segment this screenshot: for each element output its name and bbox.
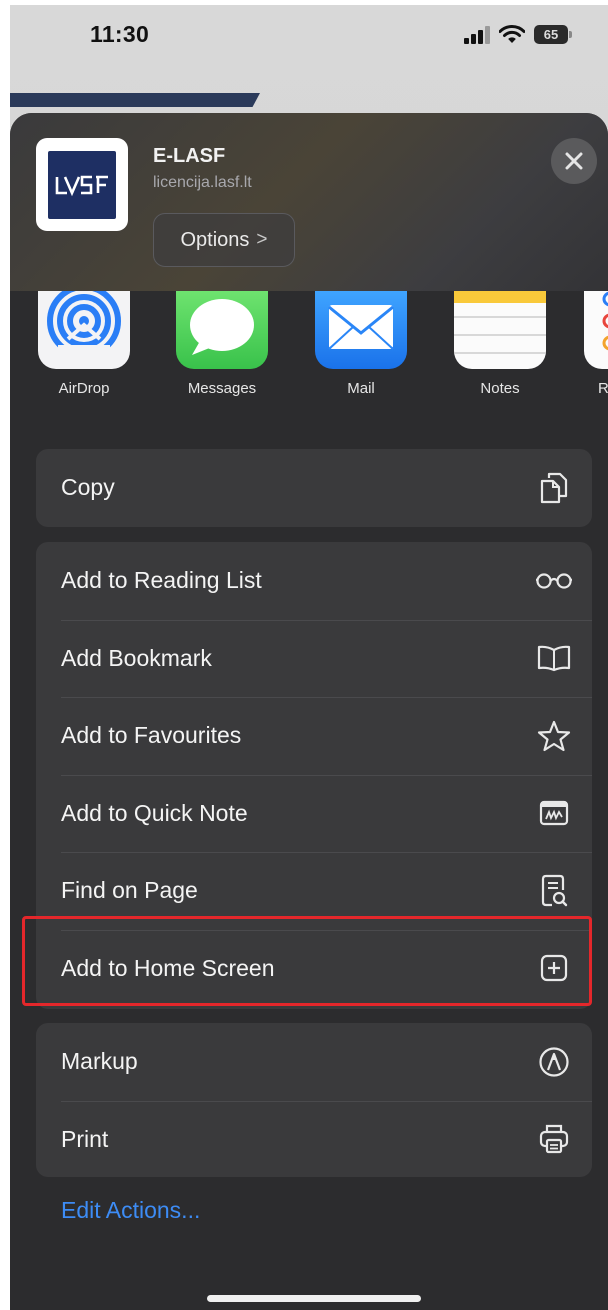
action-add-bookmark[interactable]: Add Bookmark — [36, 619, 592, 698]
phone-screen: 11:30 65 E-LASF licencija.lasf.lt Option… — [10, 5, 608, 1310]
glasses-icon — [536, 563, 572, 599]
options-button[interactable]: Options > — [153, 213, 295, 267]
action-add-to-reading-list[interactable]: Add to Reading List — [36, 542, 592, 620]
action-find-on-page[interactable]: Find on Page — [36, 852, 592, 930]
action-group-main: Add to Reading List Add Bookmark Add to … — [36, 542, 592, 1009]
page-background-peek — [10, 93, 260, 107]
site-url: licencija.lasf.lt — [153, 174, 252, 191]
share-targets-row: AirDrop Messages Mail Notes R — [10, 291, 608, 406]
status-time: 11:30 — [90, 21, 150, 47]
close-icon — [565, 152, 583, 170]
battery-level: 65 — [543, 27, 559, 42]
share-target-messages[interactable]: Messages — [167, 291, 277, 397]
book-icon — [536, 640, 572, 676]
action-add-to-favourites[interactable]: Add to Favourites — [36, 697, 592, 775]
action-markup[interactable]: Markup — [36, 1023, 592, 1101]
status-icons: 65 — [464, 25, 572, 44]
battery-icon: 65 — [534, 25, 572, 44]
star-icon — [536, 718, 572, 754]
messages-icon — [176, 291, 268, 369]
site-title: E-LASF — [153, 145, 226, 167]
share-sheet-header: E-LASF licencija.lasf.lt Options > — [10, 113, 608, 291]
share-target-airdrop[interactable]: AirDrop — [29, 291, 139, 397]
action-label: Add Bookmark — [61, 644, 212, 671]
markup-icon — [536, 1044, 572, 1080]
close-button[interactable] — [551, 138, 597, 184]
mail-icon — [315, 291, 407, 369]
share-target-label: Notes — [480, 380, 520, 397]
edit-actions-link[interactable]: Edit Actions... — [61, 1197, 200, 1224]
lasf-logo-icon — [55, 175, 108, 196]
wifi-icon — [499, 25, 525, 43]
action-copy[interactable]: Copy — [36, 449, 592, 527]
share-sheet: E-LASF licencija.lasf.lt Options > AirDr… — [10, 113, 608, 1310]
add-square-icon — [536, 950, 572, 986]
home-indicator — [207, 1295, 421, 1302]
action-label: Copy — [61, 474, 115, 501]
action-add-to-home-screen[interactable]: Add to Home Screen — [36, 929, 592, 1008]
cellular-signal-icon — [464, 25, 490, 44]
action-label: Add to Quick Note — [61, 799, 248, 826]
action-label: Find on Page — [61, 877, 198, 904]
action-label: Add to Home Screen — [61, 954, 275, 981]
share-target-label: R — [598, 380, 608, 397]
share-target-label: Messages — [187, 380, 257, 397]
copy-icon — [536, 470, 572, 506]
action-group-copy: Copy — [36, 449, 592, 527]
airdrop-icon — [38, 291, 130, 369]
notes-icon — [454, 291, 546, 369]
action-label: Add to Reading List — [61, 567, 262, 594]
action-add-to-quick-note[interactable]: Add to Quick Note — [36, 774, 592, 853]
status-bar: 11:30 65 — [10, 5, 608, 97]
reminders-icon — [584, 291, 608, 369]
action-label: Markup — [61, 1048, 138, 1075]
share-target-label: AirDrop — [58, 380, 110, 397]
find-on-page-icon — [536, 873, 572, 909]
quick-note-icon — [536, 795, 572, 831]
action-print[interactable]: Print — [36, 1100, 592, 1178]
action-label: Print — [61, 1125, 109, 1152]
action-group-markup-print: Markup Print — [36, 1023, 592, 1177]
site-logo — [48, 150, 116, 219]
share-target-label: Mail — [347, 380, 375, 397]
share-target-notes[interactable]: Notes — [445, 291, 555, 397]
site-thumbnail — [36, 138, 128, 231]
share-target-reminders[interactable]: R — [584, 291, 608, 397]
options-label: Options — [180, 228, 250, 251]
printer-icon — [536, 1121, 572, 1157]
action-label: Add to Favourites — [61, 722, 242, 749]
share-target-mail[interactable]: Mail — [306, 291, 416, 397]
chevron-right-icon: > — [256, 229, 268, 250]
